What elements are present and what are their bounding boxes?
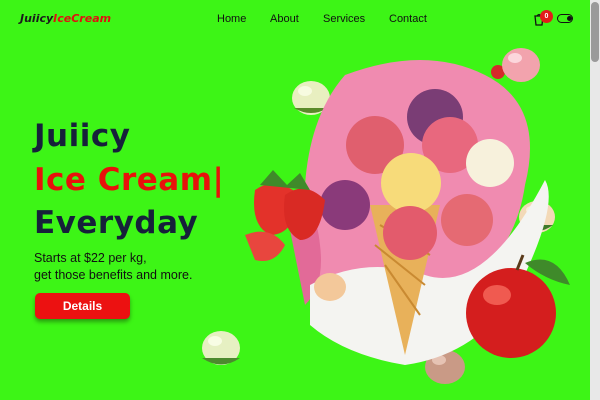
scrollbar-thumb[interactable] — [591, 2, 599, 62]
navbar: JuiicyIceCream Home About Services Conta… — [0, 0, 590, 38]
logo-part-2: IceCream — [53, 12, 112, 25]
hero-title-line-1: Juiicy — [34, 118, 131, 154]
hero-title-line-2: Ice Cream| — [34, 162, 224, 198]
cart-count-badge: 0 — [540, 10, 553, 23]
theme-toggle[interactable] — [557, 14, 573, 23]
theme-toggle-knob — [567, 16, 572, 21]
hero-ice-cream-image — [245, 60, 570, 365]
nav-link-about[interactable]: About — [270, 13, 299, 25]
logo[interactable]: JuiicyIceCream — [20, 12, 111, 25]
nav-link-contact[interactable]: Contact — [389, 13, 427, 25]
typing-cursor: | — [212, 162, 225, 198]
scrollbar-track[interactable] — [590, 0, 600, 400]
logo-part-1: Juiicy — [20, 12, 54, 25]
nav-link-home[interactable]: Home — [217, 13, 246, 25]
hero-subtitle-line-2: get those benefits and more. — [34, 268, 193, 282]
hero-title-highlight: Ice Cream — [34, 162, 213, 198]
hero-title-line-3: Everyday — [34, 205, 199, 241]
nav-link-services[interactable]: Services — [323, 13, 365, 25]
hero-subtitle-line-1: Starts at $22 per kg, — [34, 251, 147, 265]
details-button[interactable]: Details — [35, 293, 130, 319]
